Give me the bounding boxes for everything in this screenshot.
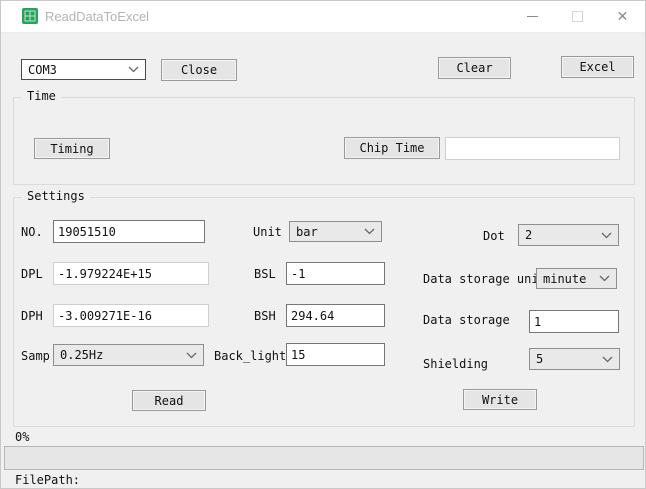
samp-label: Samp (21, 349, 50, 363)
no-field[interactable] (53, 220, 205, 243)
chevron-down-icon (364, 228, 375, 235)
dpl-label: DPL (21, 267, 43, 281)
clear-button[interactable]: Clear (438, 57, 511, 79)
unit-select[interactable]: bar (289, 221, 382, 242)
dpl-field[interactable] (53, 262, 209, 285)
write-label: Write (482, 393, 518, 407)
maximize-icon (572, 11, 583, 22)
filepath-label: FilePath: (15, 473, 80, 487)
window-title: ReadDataToExcel (45, 9, 149, 24)
data-storage-unit-value: minute (543, 272, 586, 286)
write-button[interactable]: Write (463, 389, 537, 410)
progress-percent-label: 0% (15, 430, 29, 444)
samp-value: 0.25Hz (60, 348, 103, 362)
dot-select[interactable]: 2 (518, 224, 619, 246)
excel-app-icon (22, 8, 38, 24)
minimize-icon (527, 16, 538, 17)
no-label: NO. (21, 225, 43, 239)
read-button[interactable]: Read (132, 390, 206, 411)
timing-button[interactable]: Timing (34, 138, 110, 159)
close-port-label: Close (181, 63, 217, 77)
dot-label: Dot (483, 229, 505, 243)
bsl-field[interactable] (286, 262, 385, 285)
excel-button[interactable]: Excel (561, 56, 634, 78)
chip-time-button[interactable]: Chip Time (344, 137, 440, 159)
bsh-label: BSH (254, 309, 276, 323)
bsl-label: BSL (254, 267, 276, 281)
dot-value: 2 (525, 228, 532, 242)
clear-label: Clear (456, 61, 492, 75)
chevron-down-icon (602, 356, 613, 363)
dph-field[interactable] (53, 304, 209, 327)
data-storage-field[interactable] (529, 310, 619, 333)
unit-label: Unit (253, 225, 282, 239)
title-bar: ReadDataToExcel ✕ (1, 1, 645, 33)
settings-group-label: Settings (22, 189, 90, 203)
shielding-select[interactable]: 5 (529, 348, 620, 370)
samp-select[interactable]: 0.25Hz (53, 344, 204, 366)
chevron-down-icon (599, 275, 610, 282)
data-storage-unit-label: Data storage unit (423, 272, 546, 286)
excel-label: Excel (579, 60, 615, 74)
back-light-field[interactable] (286, 343, 385, 366)
read-label: Read (155, 394, 184, 408)
close-icon: ✕ (617, 8, 629, 25)
timing-label: Timing (50, 142, 93, 156)
time-group-label: Time (22, 89, 61, 103)
app-window: ReadDataToExcel ✕ COM3 Close Clear Excel… (0, 0, 646, 489)
bsh-field[interactable] (286, 304, 385, 327)
chevron-down-icon (128, 66, 139, 73)
progress-bar (4, 446, 644, 470)
close-port-button[interactable]: Close (161, 59, 237, 81)
maximize-button[interactable] (555, 1, 600, 31)
chevron-down-icon (186, 352, 197, 359)
data-storage-label: Data storage (423, 313, 510, 327)
minimize-button[interactable] (510, 1, 555, 31)
chip-time-field[interactable] (445, 137, 620, 160)
com-port-value: COM3 (28, 63, 57, 77)
chip-time-label: Chip Time (359, 141, 424, 155)
unit-value: bar (296, 225, 318, 239)
back-light-label: Back_light (214, 349, 286, 363)
shielding-value: 5 (536, 352, 543, 366)
close-window-button[interactable]: ✕ (600, 1, 645, 31)
com-port-select[interactable]: COM3 (21, 59, 146, 80)
shielding-label: Shielding (423, 357, 488, 371)
data-storage-unit-select[interactable]: minute (536, 268, 617, 289)
chevron-down-icon (601, 232, 612, 239)
dph-label: DPH (21, 309, 43, 323)
